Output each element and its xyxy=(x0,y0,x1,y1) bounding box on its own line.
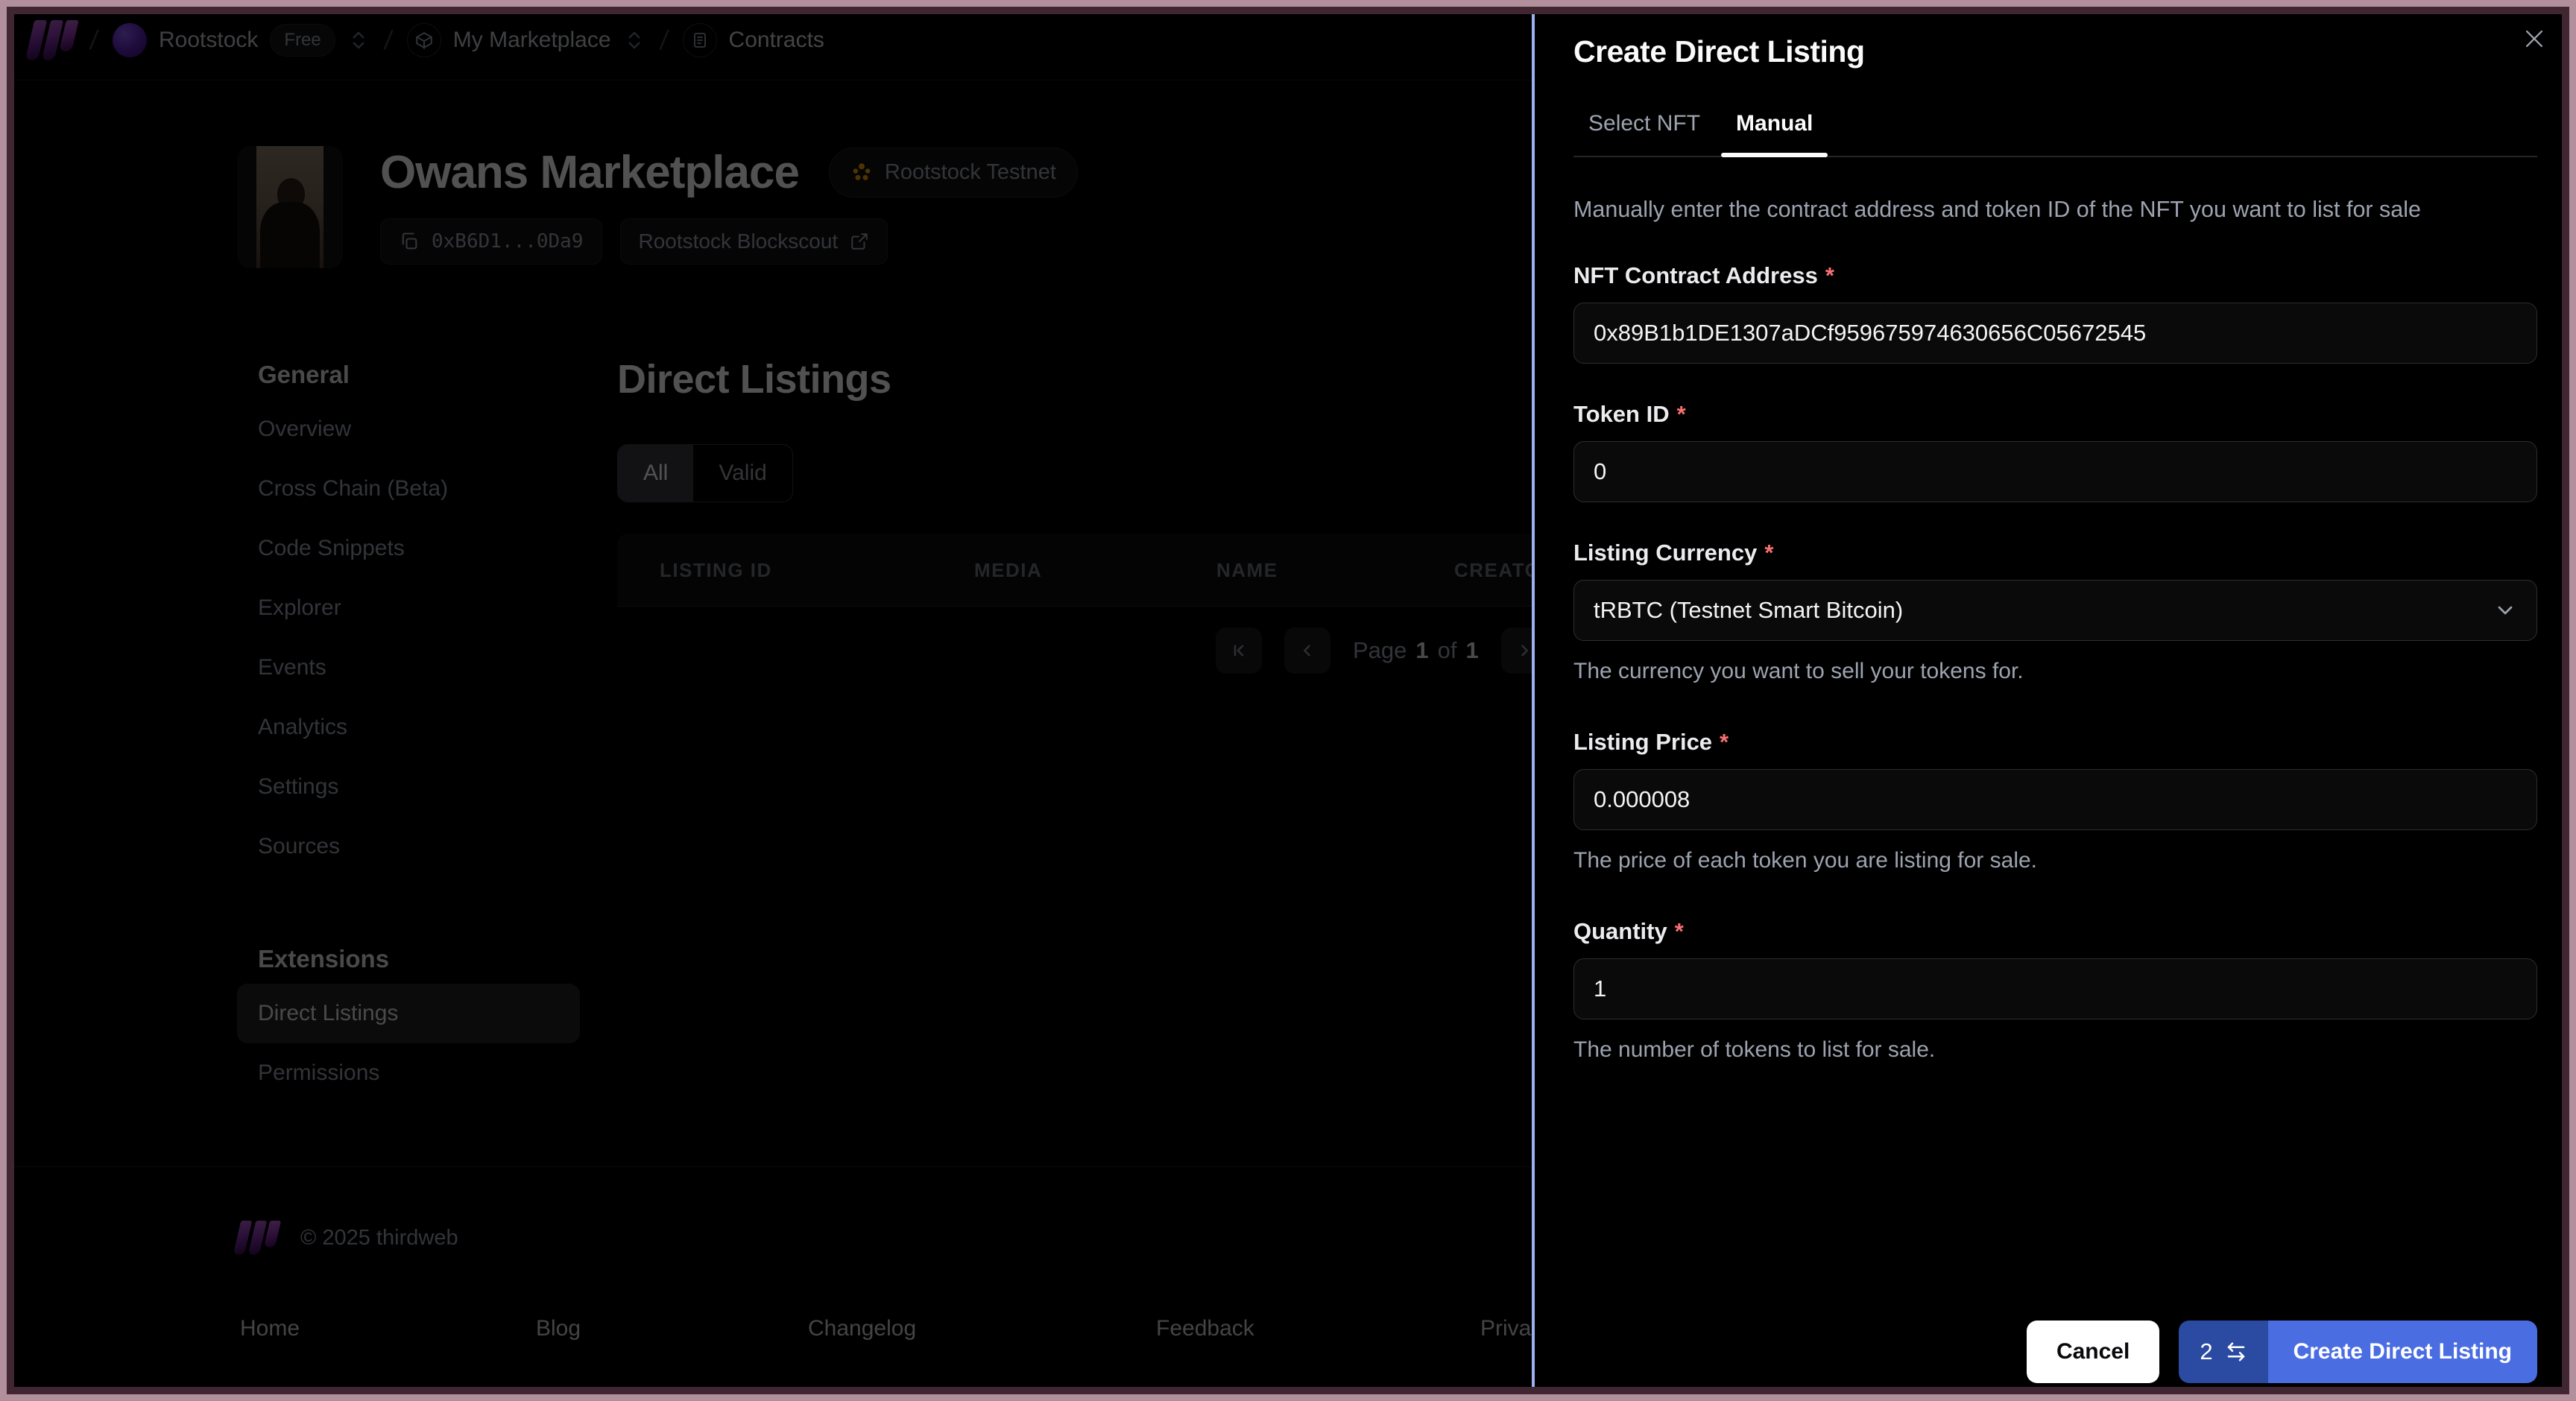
required-asterisk: * xyxy=(1825,262,1834,289)
drawer-description: Manually enter the contract address and … xyxy=(1573,197,2421,222)
field-listing-price: Listing Price* The price of each token y… xyxy=(1573,729,2537,873)
contract-address-input[interactable] xyxy=(1573,303,2537,364)
cancel-button[interactable]: Cancel xyxy=(2026,1321,2160,1383)
tab-select-nft[interactable]: Select NFT xyxy=(1573,111,1715,156)
field-token-id: Token ID * xyxy=(1573,401,2537,503)
create-direct-listing-drawer: Create Direct Listing Select NFT Manual … xyxy=(1532,0,2576,1401)
drawer-tabs: Select NFT Manual xyxy=(1573,111,2537,157)
drawer-title: Create Direct Listing xyxy=(1573,34,1865,69)
drawer-footer: Cancel 2 Create Direct Listing xyxy=(2026,1321,2537,1383)
token-id-label: Token ID * xyxy=(1573,401,1686,428)
create-direct-listing-button[interactable]: Create Direct Listing xyxy=(2267,1321,2537,1383)
listing-price-input[interactable] xyxy=(1573,769,2537,831)
quantity-helper: The number of tokens to list for sale. xyxy=(1573,1037,1936,1063)
required-asterisk: * xyxy=(1720,729,1729,756)
screen: / Rootstock Free / My Marketplace / xyxy=(0,0,2576,1401)
field-listing-currency: Listing Currency * tRBTC (Testnet Smart B… xyxy=(1573,540,2537,684)
token-id-input[interactable] xyxy=(1573,441,2537,503)
required-asterisk: * xyxy=(1674,918,1684,945)
contract-address-label: NFT Contract Address * xyxy=(1573,262,1834,289)
quantity-label: Quantity * xyxy=(1573,918,1684,945)
required-asterisk: * xyxy=(1676,401,1686,428)
tab-manual[interactable]: Manual xyxy=(1721,111,1828,157)
quantity-input[interactable] xyxy=(1573,958,2537,1020)
transaction-count: 2 xyxy=(2200,1338,2213,1364)
listing-currency-select[interactable]: tRBTC (Testnet Smart Bitcoin) xyxy=(1573,580,2537,642)
close-icon[interactable] xyxy=(2518,22,2551,55)
required-asterisk: * xyxy=(1764,540,1774,566)
switch-arrows-icon xyxy=(2227,1342,2244,1362)
listing-currency-value: tRBTC (Testnet Smart Bitcoin) xyxy=(1594,597,1904,624)
transaction-count-badge[interactable]: 2 xyxy=(2179,1321,2268,1383)
listing-price-label: Listing Price * xyxy=(1573,729,1729,756)
chevron-down-icon xyxy=(2498,606,2513,615)
listing-currency-helper: The currency you want to sell your token… xyxy=(1573,659,2024,684)
listing-price-helper: The price of each token you are listing … xyxy=(1573,848,2038,873)
field-contract-address: NFT Contract Address * xyxy=(1573,262,2537,364)
submit-button-group: 2 Create Direct Listing xyxy=(2179,1321,2537,1383)
listing-currency-label: Listing Currency * xyxy=(1573,540,1774,566)
field-quantity: Quantity* The number of tokens to list f… xyxy=(1573,918,2537,1063)
